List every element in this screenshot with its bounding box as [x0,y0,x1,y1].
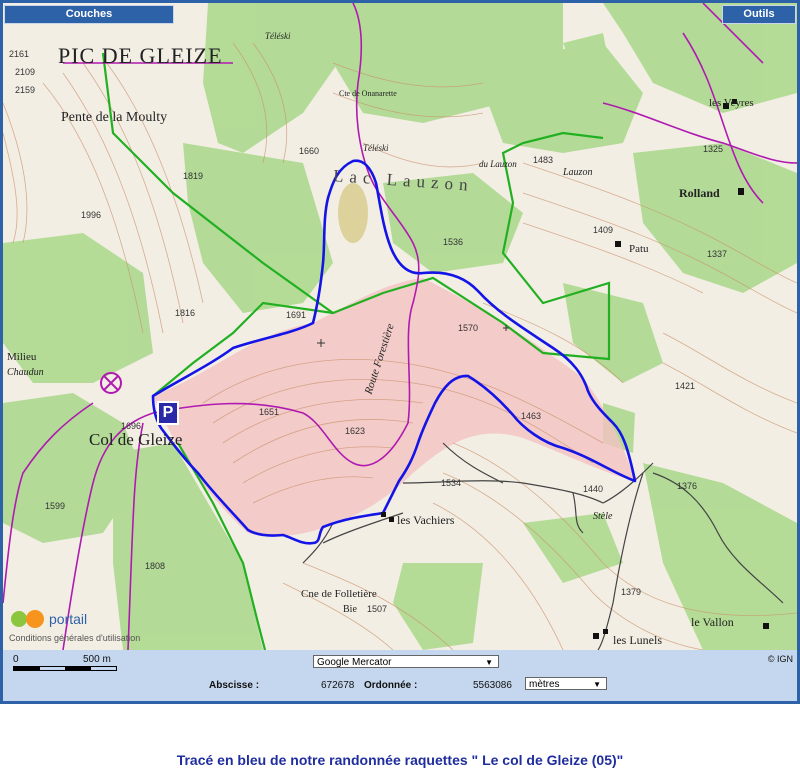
abscisse-value: 672678 [321,680,355,691]
altitude-1337: 1337 [707,249,728,259]
altitude-1483: 1483 [533,155,554,165]
label-le-vallon: le Vallon [691,615,734,629]
altitude-2161: 2161 [9,49,30,59]
altitude-1808: 1808 [145,561,166,571]
altitude-1696: 1696 [121,421,142,431]
label-bie: Bie [343,604,357,615]
label-les-lunels: les Lunels [613,633,662,647]
label-chaudun: Chaudun [7,367,44,378]
projection-select[interactable]: Google Mercator ▼ [313,655,499,668]
chevron-down-icon: ▼ [485,658,493,667]
layers-tab[interactable]: Couches [4,5,174,24]
topographic-map[interactable]: P PIC DE GLEIZE Pente de la Moulty Col d… [3,3,797,650]
altitude-1996: 1996 [81,210,102,220]
unit-value: mètres [529,679,560,690]
pass-symbol [100,372,122,394]
label-rolland: Rolland [679,186,720,200]
altitude-1379: 1379 [621,587,642,597]
scale-zero: 0 [13,654,19,665]
chevron-down-icon: ▼ [593,680,601,689]
label-teleski-1: Téléski [265,31,291,41]
altitude-2159: 2159 [15,85,36,95]
parking-symbol-label: P [162,404,174,421]
label-pic-de-gleize: PIC DE GLEIZE [58,43,223,68]
altitude-1651: 1651 [259,407,280,417]
geoportail-logo[interactable]: portail Conditions générales d'utilisati… [9,607,140,647]
ordonnee-label: Ordonnée : [364,680,418,691]
label-folletiere: Cne de Folletière [301,588,377,600]
label-pente-moulty: Pente de la Moulty [61,110,168,125]
altitude-1421: 1421 [675,381,696,391]
coordinates-bar: 0 500 m Google Mercator ▼ © IGN Abscisse… [3,650,797,701]
altitude-1534: 1534 [441,478,462,488]
map-canvas[interactable] [3,3,797,650]
altitude-1409: 1409 [593,225,614,235]
scale-bar-segment [14,667,40,670]
altitude-1623: 1623 [345,426,366,436]
label-onanarette: Cte de Onanarette [339,89,397,98]
altitude-1325: 1325 [703,144,724,154]
label-col-de-gleize: Col de Gleize [89,430,183,449]
label-lauzon: Lauzon [563,167,593,178]
altitude-1599: 1599 [45,501,66,511]
copyright-text: © IGN [767,654,793,664]
projection-value: Google Mercator [317,657,392,668]
label-les-veyres: les Veyres [709,97,754,109]
unit-select[interactable]: mètres ▼ [525,677,607,690]
abscisse-label: Abscisse : [209,680,260,691]
scale-distance: 500 m [83,654,111,665]
tools-tab[interactable]: Outils [722,5,796,24]
map-caption: Tracé en bleu de notre randonnée raquett… [176,752,624,768]
altitude-1536: 1536 [443,237,464,247]
altitude-2109: 2109 [15,67,36,77]
altitude-1819: 1819 [183,171,204,181]
parking-icon[interactable]: P [157,401,179,425]
enclosed-area [153,278,635,537]
label-les-vachiers: les Vachiers [397,513,455,527]
label-stele: Stèle [593,511,613,522]
altitude-1816: 1816 [175,308,196,318]
ordonnee-value: 5563086 [473,680,512,691]
altitude-1507: 1507 [367,604,388,614]
altitude-1376: 1376 [677,481,698,491]
altitude-1440: 1440 [583,484,604,494]
altitude-1660: 1660 [299,146,320,156]
label-milieu: Milieu [7,351,37,363]
scale-bar [13,666,117,671]
label-du-lauzon: du Lauzon [479,159,517,169]
altitude-1570: 1570 [458,323,479,333]
geoportail-logo-mark [11,610,44,628]
label-teleski-2: Téléski [363,143,389,153]
altitude-1691: 1691 [286,310,307,320]
altitude-1463: 1463 [521,411,542,421]
logo-text: portail [49,611,88,627]
label-patu: Patu [629,243,649,255]
terms-link[interactable]: Conditions générales d'utilisation [9,633,140,643]
lake [338,183,368,243]
scale-bar-segment [65,667,91,670]
map-viewer: P PIC DE GLEIZE Pente de la Moulty Col d… [0,0,800,704]
